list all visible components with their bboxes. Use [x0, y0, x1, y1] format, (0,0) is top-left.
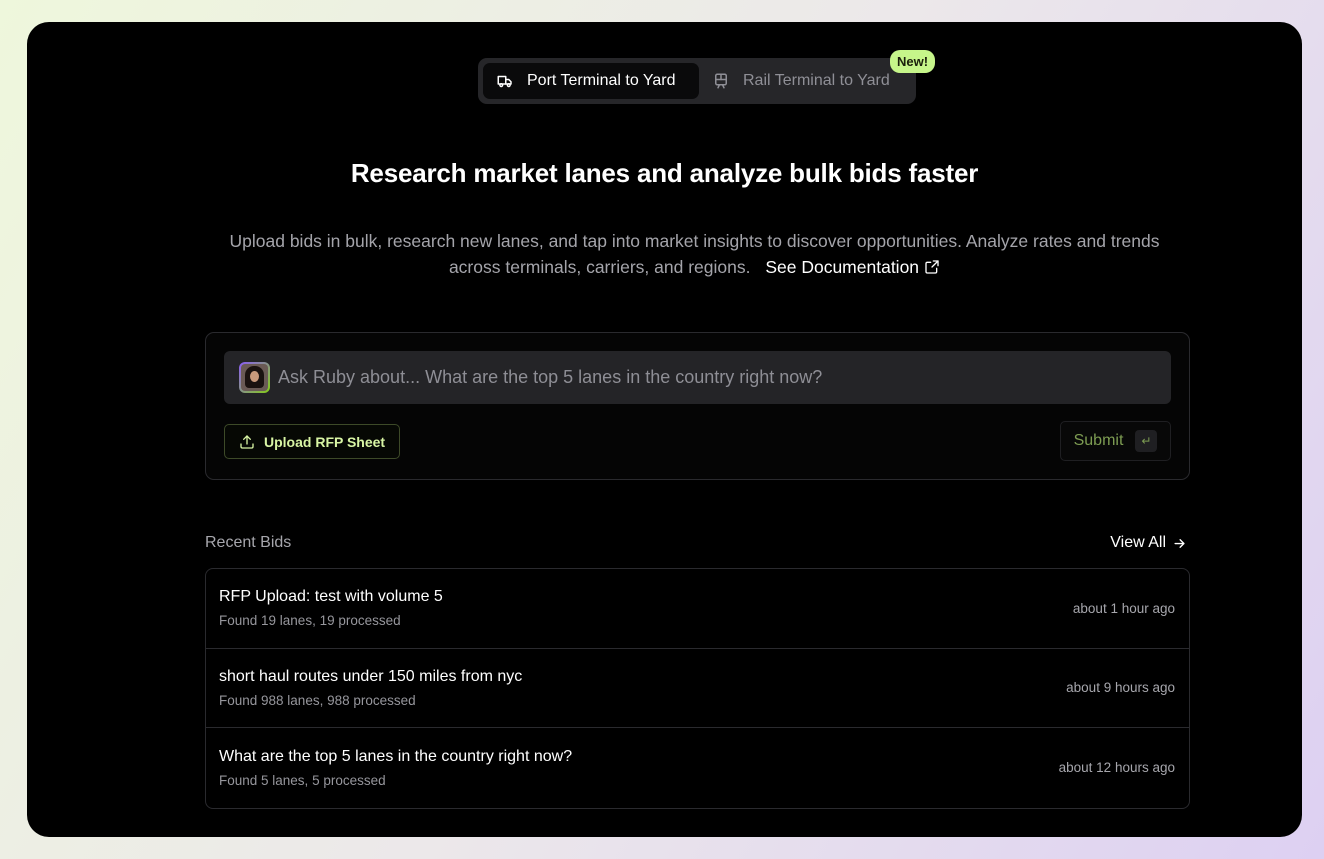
- documentation-link-label: See Documentation: [765, 257, 920, 277]
- bid-summary: Found 5 lanes, 5 processed: [219, 772, 386, 788]
- bid-time: about 1 hour ago: [1072, 600, 1175, 616]
- upload-rfp-label: Upload RFP Sheet: [264, 433, 386, 450]
- bid-title: RFP Upload: test with volume 5: [219, 588, 443, 606]
- bid-time: about 12 hours ago: [1058, 760, 1175, 776]
- upload-rfp-button[interactable]: Upload RFP Sheet: [224, 424, 401, 459]
- external-link-icon: [925, 260, 939, 274]
- bid-row[interactable]: RFP Upload: test with volume 5 Found 19 …: [206, 569, 1189, 649]
- page-title: Research market lanes and analyze bulk b…: [350, 158, 979, 188]
- bid-row[interactable]: What are the top 5 lanes in the country …: [206, 728, 1189, 808]
- ask-input[interactable]: [278, 351, 1171, 404]
- new-badge: New!: [890, 50, 936, 73]
- train-icon: [715, 73, 727, 89]
- mode-toggle: Port Terminal to Yard Rail Terminal to Y…: [478, 58, 916, 104]
- enter-key-icon: ↵: [1135, 430, 1158, 452]
- bid-row[interactable]: short haul routes under 150 miles from n…: [206, 649, 1189, 728]
- view-all-label: View All: [1110, 534, 1166, 551]
- bid-title: What are the top 5 lanes in the country …: [219, 747, 573, 765]
- ask-input-wrapper: [224, 351, 1171, 404]
- upload-icon: [240, 434, 254, 449]
- submit-button[interactable]: Submit ↵: [1060, 421, 1171, 461]
- arrow-right-icon: [1174, 538, 1185, 548]
- description-text: Upload bids in bulk, research new lanes,…: [229, 231, 1160, 277]
- bid-time: about 9 hours ago: [1066, 680, 1175, 696]
- tab-rail-terminal-label: Rail Terminal to Yard: [743, 72, 890, 89]
- app-window: Port Terminal to Yard Rail Terminal to Y…: [27, 22, 1302, 837]
- view-all-link[interactable]: View All: [1110, 534, 1187, 552]
- submit-label: Submit: [1073, 432, 1124, 449]
- truck-icon: [497, 75, 512, 88]
- tab-rail-terminal[interactable]: Rail Terminal to Yard: [699, 63, 903, 99]
- bid-summary: Found 19 lanes, 19 processed: [219, 613, 401, 629]
- documentation-link[interactable]: See Documentation: [765, 254, 940, 280]
- ask-card: Upload RFP Sheet Submit ↵: [205, 332, 1190, 480]
- recent-bids-list: RFP Upload: test with volume 5 Found 19 …: [205, 568, 1190, 809]
- ruby-avatar: [239, 362, 270, 393]
- tab-port-terminal[interactable]: Port Terminal to Yard: [483, 63, 699, 99]
- tab-port-terminal-label: Port Terminal to Yard: [527, 72, 676, 89]
- bid-title: short haul routes under 150 miles from n…: [219, 667, 523, 685]
- page-description: Upload bids in bulk, research new lanes,…: [217, 228, 1172, 280]
- bid-summary: Found 988 lanes, 988 processed: [219, 692, 416, 708]
- recent-bids-title: Recent Bids: [205, 534, 292, 551]
